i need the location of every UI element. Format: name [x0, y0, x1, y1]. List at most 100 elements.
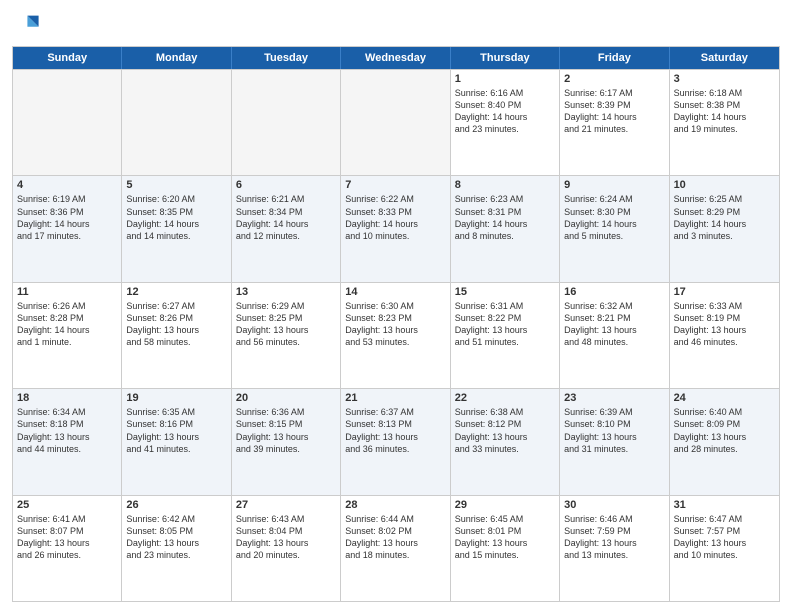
calendar-row-4: 18 Sunrise: 6:34 AM Sunset: 8:18 PM Dayli…: [13, 388, 779, 494]
day-info: Sunrise: 6:16 AM Sunset: 8:40 PM Dayligh…: [455, 87, 555, 136]
day-info: Sunrise: 6:44 AM Sunset: 8:02 PM Dayligh…: [345, 513, 445, 562]
day-info: Sunrise: 6:41 AM Sunset: 8:07 PM Dayligh…: [17, 513, 117, 562]
day-number: 13: [236, 286, 336, 298]
calendar-cell: 3Sunrise: 6:18 AM Sunset: 8:38 PM Daylig…: [670, 70, 779, 175]
day-number: 8: [455, 179, 555, 191]
day-info: Sunrise: 6:18 AM Sunset: 8:38 PM Dayligh…: [674, 87, 775, 136]
day-info: Sunrise: 6:40 AM Sunset: 8:09 PM Dayligh…: [674, 406, 775, 455]
calendar-cell: 16 Sunrise: 6:32 AM Sunset: 8:21 PM Dayli…: [560, 283, 669, 388]
day-info: Sunrise: 6:45 AM Sunset: 8:01 PM Dayligh…: [455, 513, 555, 562]
weekday-header-friday: Friday: [560, 47, 669, 69]
day-number: 24: [674, 392, 775, 404]
calendar-cell: [13, 70, 122, 175]
calendar-cell: [341, 70, 450, 175]
day-number: 10: [674, 179, 775, 191]
calendar-cell: 24 Sunrise: 6:40 AM Sunset: 8:09 PM Dayli…: [670, 389, 779, 494]
day-info: Sunrise: 6:42 AM Sunset: 8:05 PM Dayligh…: [126, 513, 226, 562]
day-info: Sunrise: 6:29 AM Sunset: 8:25 PM Dayligh…: [236, 300, 336, 349]
calendar-cell: 8 Sunrise: 6:23 AM Sunset: 8:31 PM Daylig…: [451, 176, 560, 281]
weekday-header-thursday: Thursday: [451, 47, 560, 69]
calendar-cell: 26 Sunrise: 6:42 AM Sunset: 8:05 PM Dayli…: [122, 496, 231, 601]
calendar-cell: 23 Sunrise: 6:39 AM Sunset: 8:10 PM Dayli…: [560, 389, 669, 494]
calendar-cell: 4 Sunrise: 6:19 AM Sunset: 8:36 PM Daylig…: [13, 176, 122, 281]
day-number: 19: [126, 392, 226, 404]
calendar-cell: 22 Sunrise: 6:38 AM Sunset: 8:12 PM Dayli…: [451, 389, 560, 494]
calendar-cell: 14Sunrise: 6:30 AM Sunset: 8:23 PM Dayli…: [341, 283, 450, 388]
day-info: Sunrise: 6:30 AM Sunset: 8:23 PM Dayligh…: [345, 300, 445, 349]
calendar-cell: 1 Sunrise: 6:16 AM Sunset: 8:40 PM Daylig…: [451, 70, 560, 175]
day-number: 12: [126, 286, 226, 298]
day-number: 25: [17, 499, 117, 511]
day-info: Sunrise: 6:33 AM Sunset: 8:19 PM Dayligh…: [674, 300, 775, 349]
day-info: Sunrise: 6:36 AM Sunset: 8:15 PM Dayligh…: [236, 406, 336, 455]
calendar-cell: 9 Sunrise: 6:24 AM Sunset: 8:30 PM Daylig…: [560, 176, 669, 281]
calendar-cell: 12 Sunrise: 6:27 AM Sunset: 8:26 PM Dayli…: [122, 283, 231, 388]
weekday-header-saturday: Saturday: [670, 47, 779, 69]
day-info: Sunrise: 6:34 AM Sunset: 8:18 PM Dayligh…: [17, 406, 117, 455]
weekday-header-tuesday: Tuesday: [232, 47, 341, 69]
weekday-header-sunday: Sunday: [13, 47, 122, 69]
calendar-row-1: 1 Sunrise: 6:16 AM Sunset: 8:40 PM Daylig…: [13, 69, 779, 175]
logo: [12, 10, 44, 38]
calendar-cell: 28 Sunrise: 6:44 AM Sunset: 8:02 PM Dayli…: [341, 496, 450, 601]
calendar-header: SundayMondayTuesdayWednesdayThursdayFrid…: [13, 47, 779, 69]
day-number: 16: [564, 286, 664, 298]
day-number: 18: [17, 392, 117, 404]
day-info: Sunrise: 6:19 AM Sunset: 8:36 PM Dayligh…: [17, 193, 117, 242]
calendar-cell: 19 Sunrise: 6:35 AM Sunset: 8:16 PM Dayli…: [122, 389, 231, 494]
day-number: 26: [126, 499, 226, 511]
day-number: 31: [674, 499, 775, 511]
day-info: Sunrise: 6:23 AM Sunset: 8:31 PM Dayligh…: [455, 193, 555, 242]
calendar-cell: 17 Sunrise: 6:33 AM Sunset: 8:19 PM Dayli…: [670, 283, 779, 388]
calendar: SundayMondayTuesdayWednesdayThursdayFrid…: [12, 46, 780, 602]
day-number: 20: [236, 392, 336, 404]
day-number: 22: [455, 392, 555, 404]
day-number: 30: [564, 499, 664, 511]
day-number: 21: [345, 392, 445, 404]
day-info: Sunrise: 6:22 AM Sunset: 8:33 PM Dayligh…: [345, 193, 445, 242]
calendar-cell: 10 Sunrise: 6:25 AM Sunset: 8:29 PM Dayli…: [670, 176, 779, 281]
calendar-body: 1 Sunrise: 6:16 AM Sunset: 8:40 PM Daylig…: [13, 69, 779, 601]
day-number: 9: [564, 179, 664, 191]
weekday-header-monday: Monday: [122, 47, 231, 69]
day-number: 23: [564, 392, 664, 404]
calendar-cell: 29 Sunrise: 6:45 AM Sunset: 8:01 PM Dayli…: [451, 496, 560, 601]
day-info: Sunrise: 6:24 AM Sunset: 8:30 PM Dayligh…: [564, 193, 664, 242]
day-info: Sunrise: 6:27 AM Sunset: 8:26 PM Dayligh…: [126, 300, 226, 349]
day-info: Sunrise: 6:32 AM Sunset: 8:21 PM Dayligh…: [564, 300, 664, 349]
day-info: Sunrise: 6:38 AM Sunset: 8:12 PM Dayligh…: [455, 406, 555, 455]
calendar-cell: 6Sunrise: 6:21 AM Sunset: 8:34 PM Daylig…: [232, 176, 341, 281]
day-number: 4: [17, 179, 117, 191]
calendar-row-2: 4 Sunrise: 6:19 AM Sunset: 8:36 PM Daylig…: [13, 175, 779, 281]
calendar-cell: 30Sunrise: 6:46 AM Sunset: 7:59 PM Dayli…: [560, 496, 669, 601]
calendar-cell: 21Sunrise: 6:37 AM Sunset: 8:13 PM Dayli…: [341, 389, 450, 494]
day-info: Sunrise: 6:43 AM Sunset: 8:04 PM Dayligh…: [236, 513, 336, 562]
calendar-cell: 31 Sunrise: 6:47 AM Sunset: 7:57 PM Dayli…: [670, 496, 779, 601]
day-number: 1: [455, 73, 555, 85]
day-info: Sunrise: 6:17 AM Sunset: 8:39 PM Dayligh…: [564, 87, 664, 136]
calendar-cell: 20 Sunrise: 6:36 AM Sunset: 8:15 PM Dayli…: [232, 389, 341, 494]
day-number: 7: [345, 179, 445, 191]
header: [12, 10, 780, 38]
day-info: Sunrise: 6:25 AM Sunset: 8:29 PM Dayligh…: [674, 193, 775, 242]
day-number: 15: [455, 286, 555, 298]
calendar-cell: 27 Sunrise: 6:43 AM Sunset: 8:04 PM Dayli…: [232, 496, 341, 601]
day-info: Sunrise: 6:35 AM Sunset: 8:16 PM Dayligh…: [126, 406, 226, 455]
calendar-cell: 5 Sunrise: 6:20 AM Sunset: 8:35 PM Daylig…: [122, 176, 231, 281]
day-number: 5: [126, 179, 226, 191]
page-container: SundayMondayTuesdayWednesdayThursdayFrid…: [0, 0, 792, 612]
calendar-cell: 25 Sunrise: 6:41 AM Sunset: 8:07 PM Dayli…: [13, 496, 122, 601]
day-number: 28: [345, 499, 445, 511]
day-number: 17: [674, 286, 775, 298]
day-info: Sunrise: 6:39 AM Sunset: 8:10 PM Dayligh…: [564, 406, 664, 455]
day-number: 27: [236, 499, 336, 511]
day-info: Sunrise: 6:20 AM Sunset: 8:35 PM Dayligh…: [126, 193, 226, 242]
calendar-row-3: 11Sunrise: 6:26 AM Sunset: 8:28 PM Dayli…: [13, 282, 779, 388]
weekday-header-wednesday: Wednesday: [341, 47, 450, 69]
day-info: Sunrise: 6:26 AM Sunset: 8:28 PM Dayligh…: [17, 300, 117, 349]
day-number: 29: [455, 499, 555, 511]
day-number: 2: [564, 73, 664, 85]
day-info: Sunrise: 6:47 AM Sunset: 7:57 PM Dayligh…: [674, 513, 775, 562]
calendar-cell: 2 Sunrise: 6:17 AM Sunset: 8:39 PM Daylig…: [560, 70, 669, 175]
calendar-cell: 11Sunrise: 6:26 AM Sunset: 8:28 PM Dayli…: [13, 283, 122, 388]
